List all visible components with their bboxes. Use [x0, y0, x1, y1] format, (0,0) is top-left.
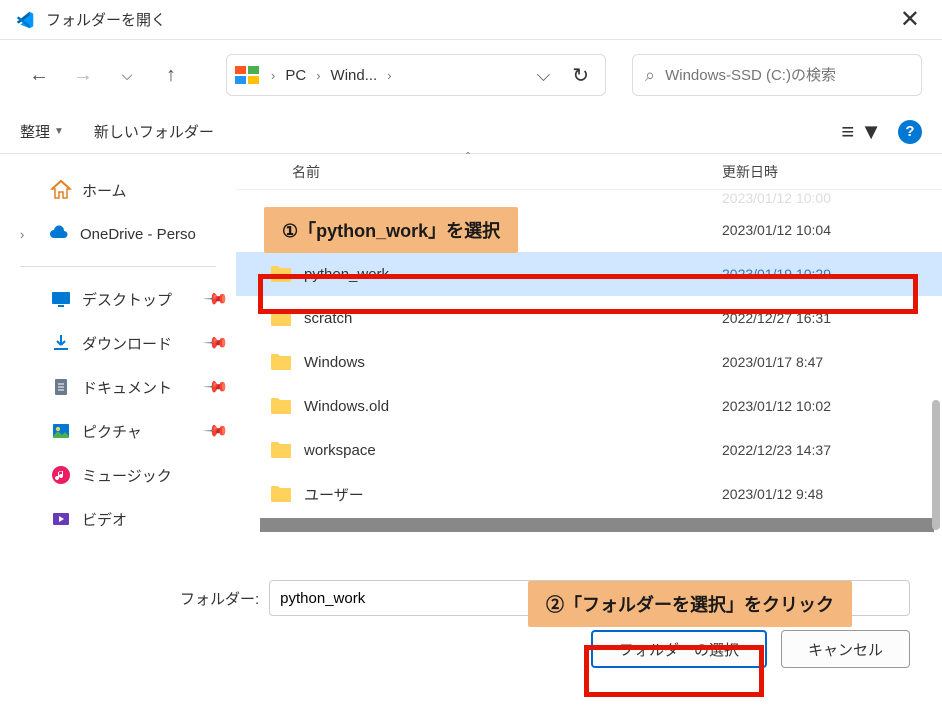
- sidebar-music[interactable]: ミュージック: [0, 453, 236, 497]
- file-row[interactable]: Windows.old 2023/01/12 10:02: [236, 384, 942, 428]
- crumb-sep-icon: ›: [267, 68, 279, 83]
- file-row[interactable]: scratch 2022/12/27 16:31: [236, 296, 942, 340]
- vscode-icon: [14, 9, 36, 31]
- sidebar-downloads[interactable]: ダウンロード 📌: [0, 321, 236, 365]
- divider: [20, 266, 216, 267]
- scrollbar-thumb[interactable]: [932, 400, 940, 530]
- sidebar-videos[interactable]: ビデオ: [0, 497, 236, 541]
- organize-button[interactable]: 整理 ▼: [20, 121, 64, 142]
- close-button[interactable]: ✕: [892, 1, 928, 38]
- file-row[interactable]: ユーザー 2023/01/12 9:48: [236, 472, 942, 516]
- folder-label: フォルダー:: [180, 588, 259, 609]
- breadcrumb-bar[interactable]: › PC › Wind... › ⌵ ↻: [226, 54, 606, 96]
- sidebar-onedrive[interactable]: › OneDrive - Perso: [0, 212, 236, 256]
- sidebar: ホーム › OneDrive - Perso デスクトップ 📌 ダウンロード 📌…: [0, 154, 236, 566]
- file-row[interactable]: 2023/01/12 10:00: [236, 190, 942, 208]
- col-date-header[interactable]: 更新日時: [722, 162, 932, 182]
- desktop-icon: [50, 288, 72, 310]
- sidebar-desktop[interactable]: デスクトップ 📌: [0, 277, 236, 321]
- new-folder-button[interactable]: 新しいフォルダー: [94, 121, 214, 142]
- sidebar-home[interactable]: ホーム: [0, 168, 236, 212]
- folder-icon: [270, 265, 292, 283]
- toolbar: 整理 ▼ 新しいフォルダー ≡▼ ?: [0, 110, 942, 154]
- crumb-sep-icon: ›: [383, 68, 395, 83]
- sidebar-pictures[interactable]: ピクチャ 📌: [0, 409, 236, 453]
- sidebar-documents[interactable]: ドキュメント 📌: [0, 365, 236, 409]
- pc-icon: [235, 66, 259, 84]
- window-title: フォルダーを開く: [46, 9, 892, 30]
- search-icon: ⌕: [645, 65, 655, 86]
- file-row[interactable]: workspace 2022/12/23 14:37: [236, 428, 942, 472]
- pin-icon: 📌: [202, 285, 230, 313]
- recent-dropdown[interactable]: ⌵: [108, 56, 146, 94]
- view-button[interactable]: ≡▼: [841, 119, 882, 145]
- col-name-header[interactable]: 名前: [246, 162, 722, 182]
- crumb-sep-icon: ›: [312, 68, 324, 83]
- pin-icon: 📌: [202, 329, 230, 357]
- pin-icon: 📌: [202, 373, 230, 401]
- pictures-icon: [50, 420, 72, 442]
- forward-button[interactable]: →: [64, 56, 102, 94]
- pin-icon: 📌: [202, 417, 230, 445]
- breadcrumb-dropdown[interactable]: ⌵: [529, 65, 559, 86]
- button-row: フォルダーの選択 キャンセル: [20, 630, 910, 668]
- home-icon: [50, 179, 72, 201]
- download-icon: [50, 332, 72, 354]
- folder-icon: [270, 441, 292, 459]
- sort-indicator-icon: ˆ: [466, 150, 470, 164]
- back-button[interactable]: ←: [20, 56, 58, 94]
- folder-icon: [270, 485, 292, 503]
- music-icon: [50, 464, 72, 486]
- expand-icon[interactable]: ›: [20, 227, 38, 242]
- file-row[interactable]: Windows 2023/01/17 8:47: [236, 340, 942, 384]
- cancel-button[interactable]: キャンセル: [781, 630, 910, 668]
- search-input[interactable]: [665, 67, 909, 84]
- breadcrumb-drive[interactable]: Wind...: [329, 67, 380, 84]
- onedrive-icon: [48, 223, 70, 245]
- video-icon: [50, 508, 72, 530]
- breadcrumb-pc[interactable]: PC: [283, 67, 308, 84]
- folder-icon: [270, 190, 292, 206]
- callout-one: ①「python_work」を選択: [264, 207, 518, 253]
- column-headers: ˆ 名前 更新日時: [236, 154, 942, 190]
- refresh-button[interactable]: ↻: [564, 63, 597, 88]
- scrollbar-track[interactable]: [930, 160, 942, 580]
- document-icon: [50, 376, 72, 398]
- callout-two: ②「フォルダーを選択」をクリック: [528, 581, 852, 627]
- up-button[interactable]: ↑: [152, 56, 190, 94]
- select-folder-button[interactable]: フォルダーの選択: [591, 630, 767, 668]
- folder-icon: [270, 353, 292, 371]
- chevron-down-icon: ▼: [54, 126, 64, 137]
- file-row-python-work[interactable]: python_work 2023/01/19 10:29: [236, 252, 942, 296]
- folder-icon: [270, 397, 292, 415]
- titlebar: フォルダーを開く ✕: [0, 0, 942, 40]
- search-box[interactable]: ⌕: [632, 54, 922, 96]
- horizontal-scrollbar[interactable]: [260, 518, 934, 532]
- help-button[interactable]: ?: [898, 120, 922, 144]
- folder-icon: [270, 309, 292, 327]
- nav-row: ← → ⌵ ↑ › PC › Wind... › ⌵ ↻ ⌕: [0, 40, 942, 110]
